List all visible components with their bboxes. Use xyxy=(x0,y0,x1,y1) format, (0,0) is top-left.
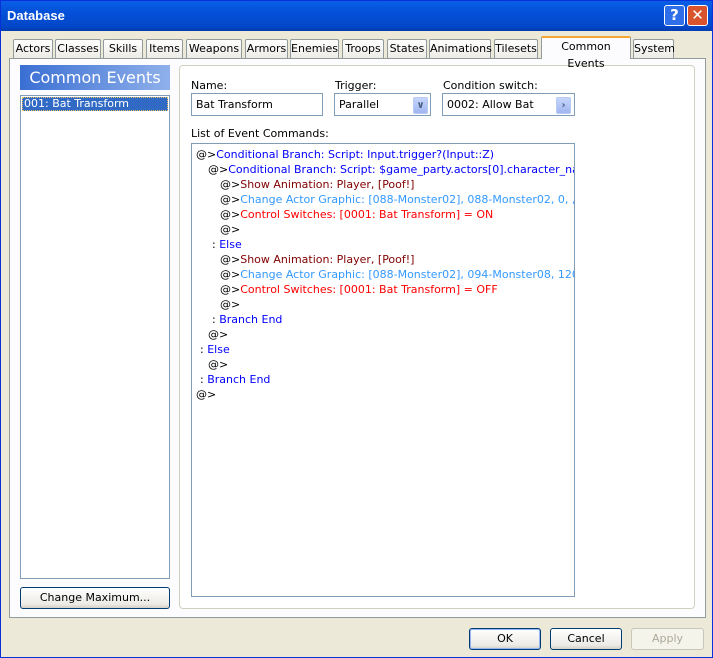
command-line[interactable]: @> xyxy=(196,387,216,402)
command-line[interactable]: @>Conditional Branch: Script: Input.trig… xyxy=(196,147,494,162)
command-text: Conditional Branch: Script: $game_party.… xyxy=(228,163,575,176)
command-prefix: @> xyxy=(208,358,229,371)
trigger-select[interactable]: Parallel ∨ xyxy=(334,93,431,116)
cancel-button[interactable]: Cancel xyxy=(550,628,622,650)
sidebar-header: Common Events xyxy=(20,65,170,90)
tab-common-events[interactable]: Common Events xyxy=(541,36,631,70)
command-prefix: @> xyxy=(220,193,241,206)
tab-enemies[interactable]: Enemies xyxy=(290,39,339,58)
command-line[interactable]: : Branch End xyxy=(200,372,270,387)
window-title: Database xyxy=(7,8,65,23)
command-prefix: @> xyxy=(220,208,241,221)
condition-switch-label: Condition switch: xyxy=(443,79,538,92)
command-prefix: @> xyxy=(220,283,241,296)
change-maximum-button[interactable]: Change Maximum... xyxy=(20,587,170,609)
condition-switch-field[interactable]: 0002: Allow Bat › xyxy=(442,93,575,116)
command-text: Else xyxy=(207,343,230,356)
database-window: Database ? ✕ Actors Classes Skills Items Wea… xyxy=(0,0,713,658)
command-text: Control Switches: [0001: Bat Transform] … xyxy=(240,208,494,221)
command-text: Else xyxy=(219,238,242,251)
help-button[interactable]: ? xyxy=(664,5,685,26)
command-text: Branch End xyxy=(207,373,271,386)
tab-skills[interactable]: Skills xyxy=(103,39,143,58)
command-line[interactable]: @> xyxy=(220,222,240,237)
command-line[interactable]: @>Change Actor Graphic: [088-Monster02],… xyxy=(220,267,575,282)
command-line[interactable]: @>Change Actor Graphic: [088-Monster02],… xyxy=(220,192,575,207)
tab-classes[interactable]: Classes xyxy=(55,39,101,58)
chevron-down-icon[interactable]: ∨ xyxy=(413,97,428,114)
command-line[interactable]: : Else xyxy=(212,237,242,252)
tab-troops[interactable]: Troops xyxy=(342,39,384,58)
trigger-label: Trigger: xyxy=(335,79,377,92)
command-line[interactable]: : Else xyxy=(200,342,230,357)
common-events-list[interactable]: 001: Bat Transform xyxy=(20,95,170,579)
command-prefix: @> xyxy=(220,223,241,236)
command-line[interactable]: @>Control Switches: [0001: Bat Transform… xyxy=(220,207,493,222)
command-line[interactable]: @> xyxy=(220,297,240,312)
command-line[interactable]: @> xyxy=(208,327,228,342)
event-commands-label: List of Event Commands: xyxy=(191,127,329,140)
tab-system[interactable]: System xyxy=(633,39,675,58)
tab-items[interactable]: Items xyxy=(146,39,183,58)
command-line[interactable]: @>Show Animation: Player, [Poof!] xyxy=(220,252,414,267)
apply-button[interactable]: Apply xyxy=(631,628,704,650)
command-line[interactable]: : Branch End xyxy=(212,312,282,327)
trigger-value: Parallel xyxy=(339,98,380,111)
event-commands-list[interactable]: @>Conditional Branch: Script: Input.trig… xyxy=(191,143,575,597)
list-item[interactable]: 001: Bat Transform xyxy=(22,97,168,111)
command-text: Conditional Branch: Script: Input.trigge… xyxy=(216,148,495,161)
name-input[interactable]: Bat Transform xyxy=(191,93,323,116)
command-prefix: @> xyxy=(220,253,241,266)
tab-states[interactable]: States xyxy=(387,39,427,58)
command-text: Branch End xyxy=(219,313,283,326)
chevron-right-icon[interactable]: › xyxy=(556,97,571,114)
name-label: Name: xyxy=(191,79,228,92)
command-prefix: @> xyxy=(220,268,241,281)
tab-actors[interactable]: Actors xyxy=(13,39,53,58)
command-prefix: @> xyxy=(196,388,217,401)
command-prefix: @> xyxy=(208,328,229,341)
command-line[interactable]: @> xyxy=(208,357,228,372)
tab-tilesets[interactable]: Tilesets xyxy=(494,39,538,58)
title-bar: Database xyxy=(1,1,712,31)
command-prefix: @> xyxy=(220,178,241,191)
command-line[interactable]: @>Control Switches: [0001: Bat Transform… xyxy=(220,282,498,297)
command-text: Change Actor Graphic: [088-Monster02], 0… xyxy=(240,268,575,281)
tab-weapons[interactable]: Weapons xyxy=(186,39,242,58)
command-text: Show Animation: Player, [Poof!] xyxy=(240,178,415,191)
command-prefix: @> xyxy=(196,148,217,161)
command-prefix: @> xyxy=(220,298,241,311)
tab-animations[interactable]: Animations xyxy=(429,39,492,58)
condition-switch-value: 0002: Allow Bat xyxy=(447,98,534,111)
close-button[interactable]: ✕ xyxy=(687,5,708,26)
command-text: Change Actor Graphic: [088-Monster02], 0… xyxy=(240,193,575,206)
ok-button[interactable]: OK xyxy=(469,628,541,650)
command-line[interactable]: @>Show Animation: Player, [Poof!] xyxy=(220,177,414,192)
command-text: Control Switches: [0001: Bat Transform] … xyxy=(240,283,498,296)
command-line[interactable]: @>Conditional Branch: Script: $game_part… xyxy=(208,162,575,177)
command-prefix: @> xyxy=(208,163,229,176)
tab-armors[interactable]: Armors xyxy=(245,39,288,58)
command-text: Show Animation: Player, [Poof!] xyxy=(240,253,415,266)
